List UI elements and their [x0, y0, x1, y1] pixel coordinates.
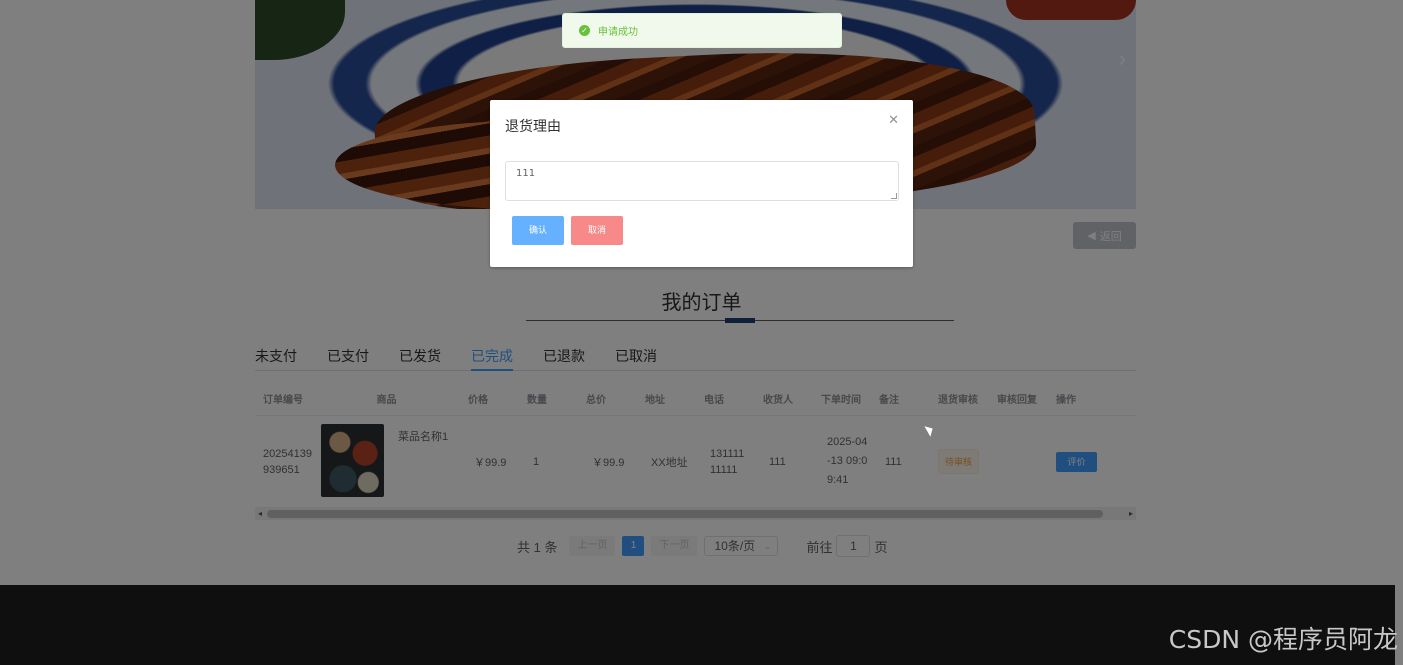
return-reason-dialog: 退货理由 ✕ 111 确认 取消: [490, 100, 913, 267]
success-toast: ✓ 申请成功: [562, 13, 842, 48]
cancel-button[interactable]: 取消: [571, 216, 623, 245]
textarea-resize-handle[interactable]: [891, 193, 897, 199]
confirm-button[interactable]: 确认: [512, 216, 564, 245]
watermark: CSDN @程序员阿龙: [1168, 625, 1398, 654]
toast-message: 申请成功: [598, 27, 638, 38]
close-icon[interactable]: ✕: [888, 112, 899, 128]
return-reason-textarea[interactable]: 111: [505, 161, 899, 201]
check-circle-icon: ✓: [579, 25, 590, 36]
dialog-title: 退货理由: [505, 118, 561, 134]
